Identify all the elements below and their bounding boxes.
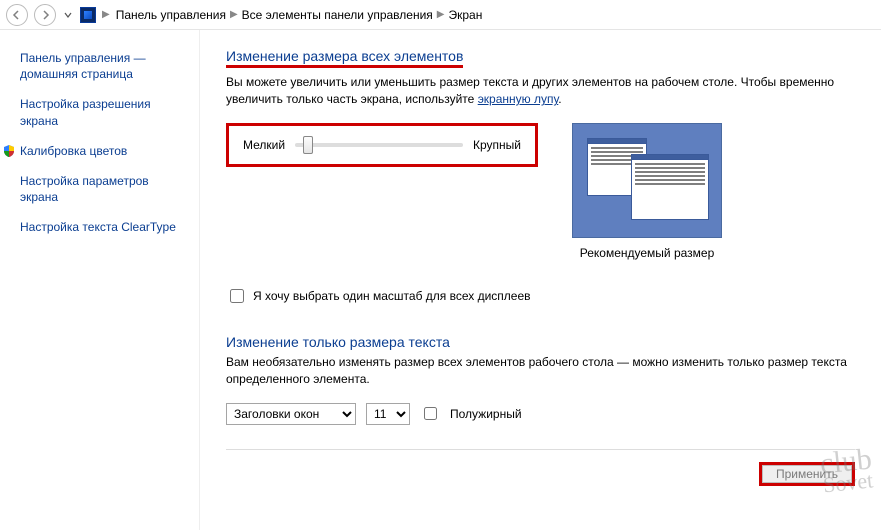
history-dropdown[interactable] (62, 4, 74, 26)
slider-thumb[interactable] (303, 136, 313, 154)
size-slider[interactable] (295, 143, 463, 147)
page-description: Вы можете увеличить или уменьшить размер… (226, 74, 855, 109)
control-panel-icon (80, 7, 96, 23)
slider-min-label: Мелкий (243, 138, 285, 152)
slider-max-label: Крупный (473, 138, 521, 152)
toolbar: ▶ Панель управления ▶ Все элементы панел… (0, 0, 881, 30)
apply-button[interactable]: Применить (759, 462, 855, 486)
sidebar-item-label: Калибровка цветов (20, 144, 127, 158)
preview-caption: Рекомендуемый размер (572, 246, 722, 260)
preview-image (572, 123, 722, 238)
magnifier-link[interactable]: экранную лупу (478, 92, 559, 106)
shield-icon (2, 144, 16, 158)
section-heading: Изменение только размера текста (226, 334, 855, 350)
page-heading: Изменение размера всех элементов (226, 48, 463, 68)
single-scale-checkbox[interactable] (230, 289, 244, 303)
footer: Применить (226, 449, 855, 486)
forward-button[interactable] (34, 4, 56, 26)
bold-checkbox[interactable] (424, 407, 437, 420)
sidebar-item-cleartype[interactable]: Настройка текста ClearType (20, 219, 189, 235)
sidebar-item-resolution[interactable]: Настройка разрешения экрана (20, 96, 189, 128)
breadcrumb-item[interactable]: Экран (448, 8, 482, 22)
single-scale-label[interactable]: Я хочу выбрать один масштаб для всех дис… (253, 289, 531, 303)
chevron-right-icon: ▶ (230, 9, 238, 20)
size-slider-group: Мелкий Крупный (226, 123, 538, 167)
text-element-select[interactable]: Заголовки окон (226, 403, 356, 425)
sidebar: Панель управления — домашняя страница На… (0, 30, 200, 530)
chevron-right-icon: ▶ (437, 9, 445, 20)
breadcrumb: Панель управления ▶ Все элементы панели … (116, 8, 483, 22)
sidebar-item-display-params[interactable]: Настройка параметров экрана (20, 173, 189, 205)
sidebar-item-home[interactable]: Панель управления — домашняя страница (20, 50, 189, 82)
text-size-select[interactable]: 11 (366, 403, 410, 425)
breadcrumb-item[interactable]: Панель управления (116, 8, 226, 22)
chevron-right-icon: ▶ (102, 9, 110, 20)
section-description: Вам необязательно изменять размер всех э… (226, 354, 855, 389)
desc-text: . (558, 92, 561, 106)
bold-label[interactable]: Полужирный (450, 407, 522, 421)
sidebar-item-color-calibration[interactable]: Калибровка цветов (20, 143, 189, 159)
preview-panel: Рекомендуемый размер (572, 123, 722, 260)
main-content: Изменение размера всех элементов Вы може… (200, 30, 881, 530)
breadcrumb-item[interactable]: Все элементы панели управления (242, 8, 433, 22)
back-button[interactable] (6, 4, 28, 26)
